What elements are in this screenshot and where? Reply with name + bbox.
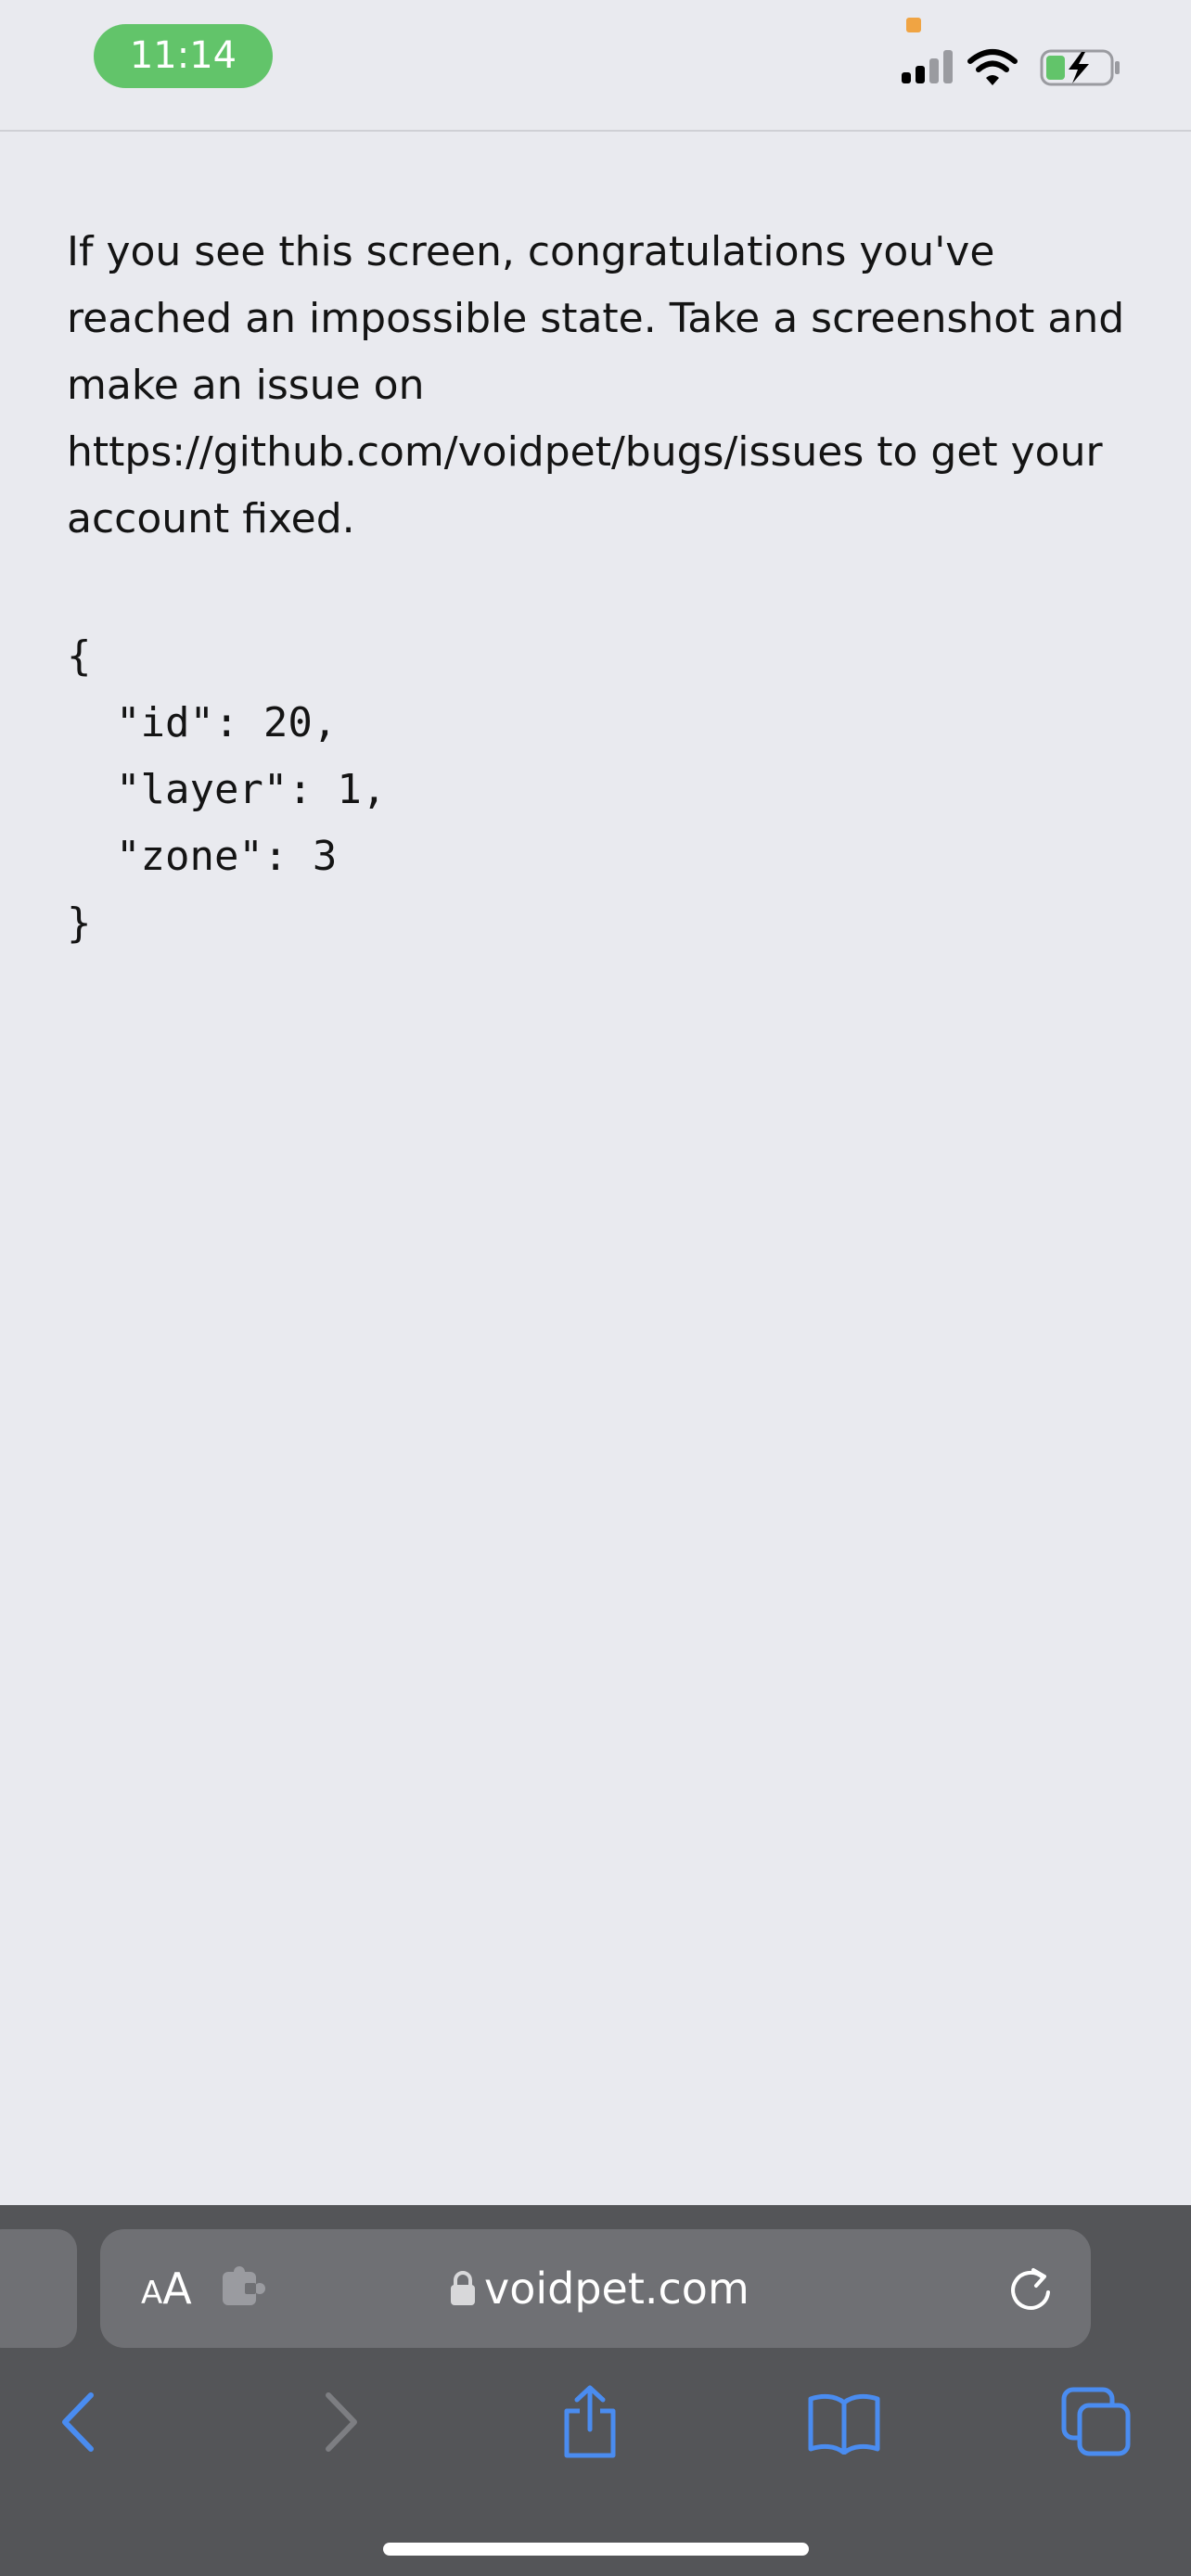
privacy-indicator-dot <box>906 18 921 32</box>
book-icon <box>808 2393 880 2455</box>
lock-icon <box>451 2271 475 2305</box>
chevron-left-icon <box>62 2392 94 2452</box>
share-button[interactable] <box>545 2378 634 2467</box>
tabs-icon <box>1061 2387 1131 2456</box>
safari-bottom-chrome: AA voidpet.com <box>0 2205 1191 2576</box>
web-page-content: If you see this screen, congratulations … <box>0 132 1191 2204</box>
bookmarks-button[interactable] <box>800 2378 889 2467</box>
address-bar[interactable]: AA voidpet.com <box>100 2229 1091 2348</box>
url-text: voidpet.com <box>484 2264 749 2314</box>
reload-icon[interactable] <box>1005 2264 1056 2315</box>
battery-charging-icon <box>1040 49 1120 86</box>
json-debug-block: { "id": 20, "layer": 1, "zone": 3 } <box>67 632 387 947</box>
status-time[interactable]: 11:14 <box>94 24 273 88</box>
home-indicator[interactable] <box>383 2543 809 2556</box>
chevron-right-icon <box>326 2392 357 2452</box>
cellular-signal-icon <box>902 50 953 83</box>
page-format-button[interactable]: AA <box>141 2257 206 2320</box>
share-icon <box>564 2385 616 2458</box>
back-button[interactable] <box>35 2378 124 2467</box>
tabs-button[interactable] <box>1052 2378 1141 2467</box>
status-icons <box>900 43 1122 91</box>
previous-tab-preview[interactable] <box>0 2229 77 2348</box>
error-message: If you see this screen, congratulations … <box>67 228 1125 542</box>
url-display[interactable]: voidpet.com <box>449 2257 749 2320</box>
wifi-icon <box>967 49 1018 85</box>
status-bar: 11:14 <box>0 0 1191 132</box>
forward-button[interactable] <box>295 2378 384 2467</box>
extension-icon[interactable] <box>221 2266 267 2311</box>
